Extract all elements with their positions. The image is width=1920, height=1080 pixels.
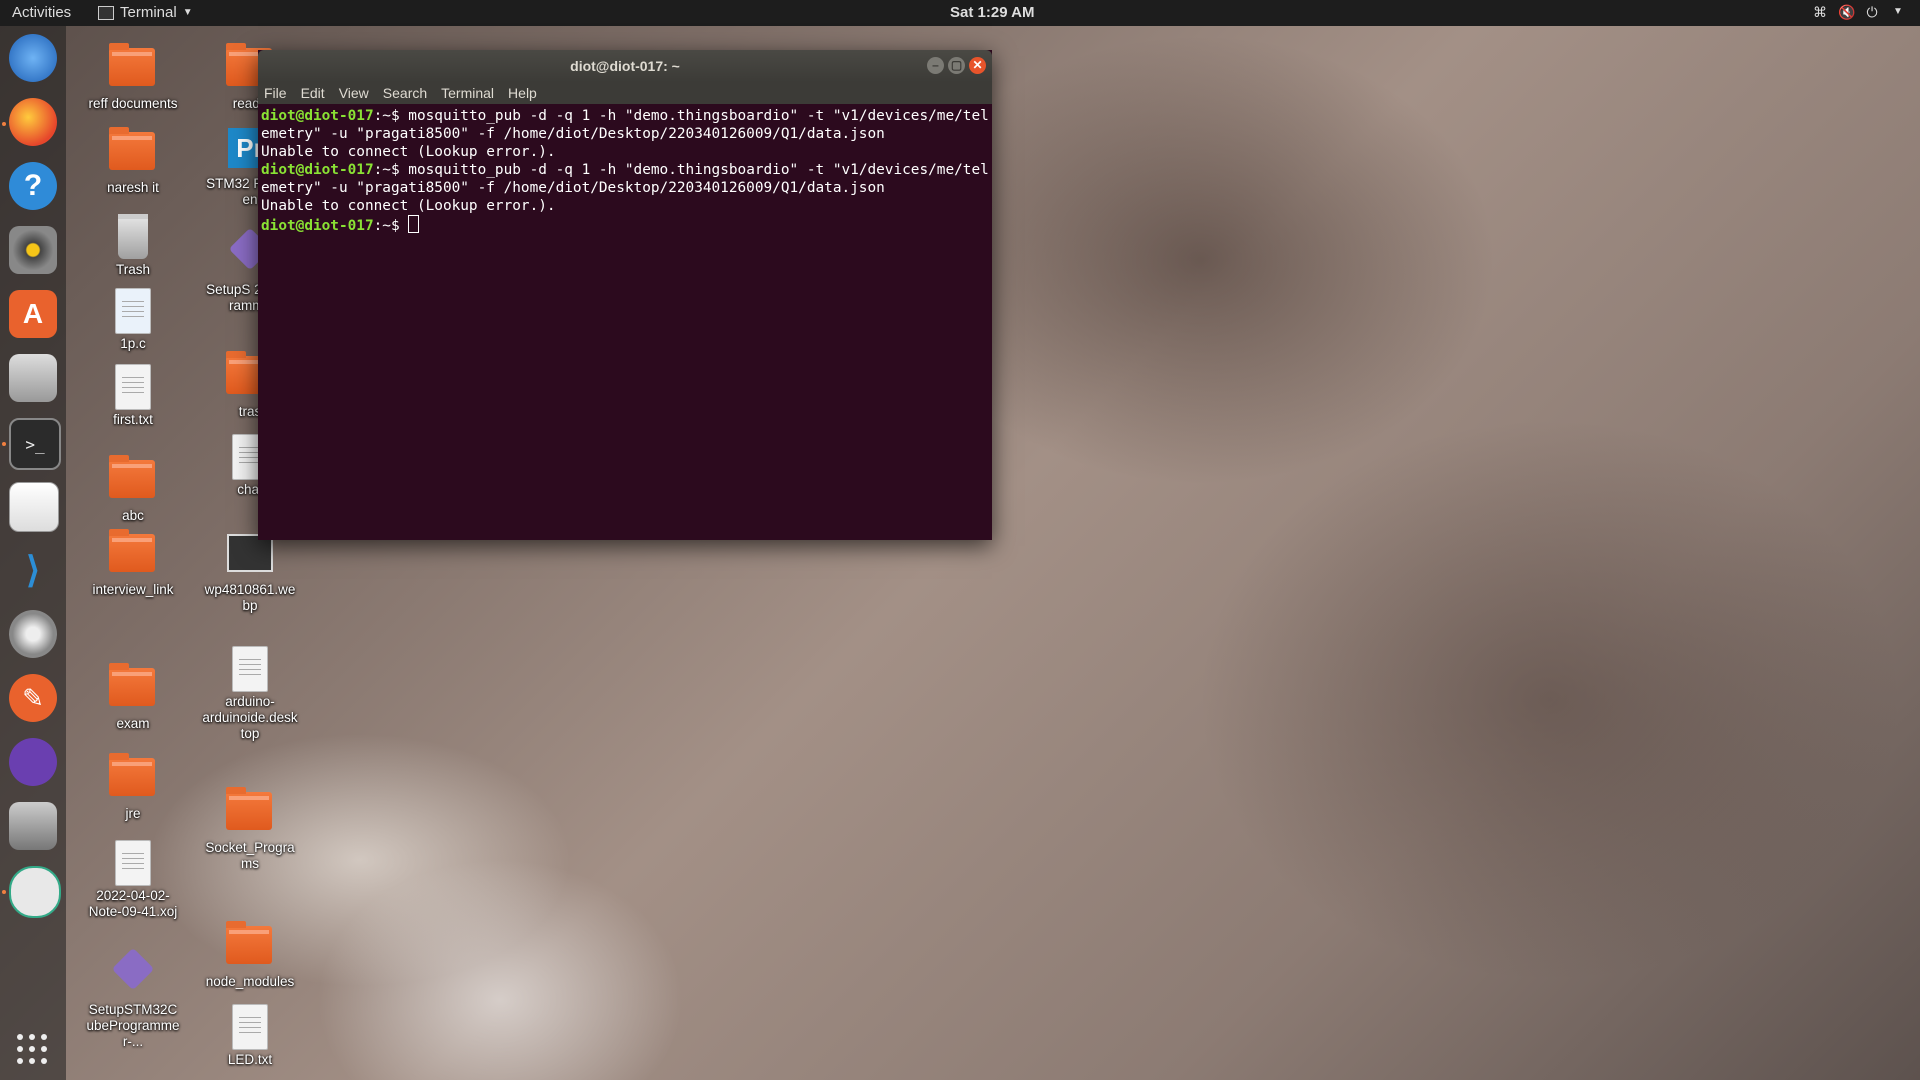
shell-prompt: diot@diot-017 [261,108,374,124]
desktop-folder-exam[interactable]: exam [85,660,181,732]
window-controls: – ▢ ✕ [927,57,986,74]
terminal-line: Unable to connect (Lookup error.). [261,197,989,215]
folder-icon [109,43,155,86]
github-icon[interactable] [9,738,57,786]
desktop-folder-jre[interactable]: jre [85,750,181,822]
vscode-icon[interactable]: ⟩ [9,546,57,594]
menu-terminal[interactable]: Terminal [441,85,494,101]
rhythmbox-icon[interactable] [9,226,57,274]
power-icon[interactable]: ⏻ [1864,4,1880,20]
desktop-folder-naresh-it[interactable]: naresh it [85,124,181,196]
terminal-window[interactable]: diot@diot-017: ~ – ▢ ✕ File Edit View Se… [258,50,992,540]
menu-search[interactable]: Search [383,85,427,101]
desktop-file-arduino-desktop[interactable]: arduino-arduinoide.desktop [202,644,298,742]
desktop-trash[interactable]: Trash [85,210,181,278]
folder-icon [226,921,272,964]
desktop-file-first-txt[interactable]: first.txt [85,362,181,428]
running-indicator [2,122,6,126]
terminal-menubar: File Edit View Search Terminal Help [258,82,992,104]
menu-help[interactable]: Help [508,85,537,101]
app-menu[interactable]: Terminal ▼ [98,4,193,21]
desktop-file-note-xoj[interactable]: 2022-04-02-Note-09-41.xoj [85,838,181,920]
output-text: Unable to connect (Lookup error.). [261,198,556,214]
firefox-icon[interactable] [9,98,57,146]
command-text: :~$ [373,218,409,234]
output-text: Unable to connect (Lookup error.). [261,144,556,160]
folder-icon [109,663,155,706]
top-bar: Activities Terminal ▼ Sat 1:29 AM ⌘ 🔇 ⏻ … [0,0,1920,26]
dock: ? A >_ ⟩ ✎ [0,26,66,1080]
c-source-icon [115,288,151,334]
inkscape-icon[interactable]: ✎ [9,674,57,722]
scanner-icon[interactable] [9,802,57,850]
text-file-icon [232,1004,268,1050]
help-icon[interactable]: ? [9,162,57,210]
folder-icon [109,529,155,572]
thunderbird-icon[interactable] [9,34,57,82]
running-indicator [2,890,6,894]
terminal-line: Unable to connect (Lookup error.). [261,143,989,161]
shell-prompt: diot@diot-017 [261,218,374,234]
network-icon[interactable]: ⌘ [1812,4,1828,20]
show-applications-button[interactable] [17,1034,49,1066]
image-viewer-icon[interactable] [9,866,61,918]
installer-icon [111,947,155,991]
app-menu-label: Terminal [120,4,177,21]
system-tray[interactable]: ⌘ 🔇 ⏻ ▼ [1812,4,1906,20]
maximize-icon[interactable]: ▢ [948,57,965,74]
chevron-down-icon: ▼ [182,7,193,18]
desktop-folder-interview-link[interactable]: interview_link [85,526,181,598]
clock[interactable]: Sat 1:29 AM [950,4,1034,21]
text-file-icon [115,364,151,410]
terminal-small-icon [98,5,114,20]
folder-icon [109,127,155,170]
desktop-folder-socket-programs[interactable]: Socket_Programs [202,784,298,872]
desktop-file-led-txt[interactable]: LED.txt [202,1002,298,1068]
settings-icon[interactable] [9,610,57,658]
desktop-file-1p-c[interactable]: 1p.c [85,286,181,352]
desktop-file-setup-stm32[interactable]: SetupSTM32CubeProgrammer-... [85,946,181,1050]
text-editor-icon[interactable] [9,482,59,532]
menu-view[interactable]: View [339,85,369,101]
folder-icon [226,787,272,830]
desktop-folder-reff-documents[interactable]: reff documents [85,40,181,112]
window-title: diot@diot-017: ~ [570,58,680,74]
close-icon[interactable]: ✕ [969,57,986,74]
desktop-folder-abc[interactable]: abc [85,452,181,524]
folder-icon [109,455,155,498]
trash-icon [118,214,148,259]
document-icon [115,840,151,886]
terminal-output[interactable]: diot@diot-017:~$ mosquitto_pub -d -q 1 -… [258,104,992,238]
running-indicator [2,442,6,446]
desktop-folder-node-modules[interactable]: node_modules [202,918,298,990]
terminal-line: diot@diot-017:~$ [261,215,989,235]
files-icon[interactable] [9,354,57,402]
terminal-line: diot@diot-017:~$ mosquitto_pub -d -q 1 -… [261,107,989,143]
menu-edit[interactable]: Edit [301,85,325,101]
minimize-icon[interactable]: – [927,57,944,74]
folder-icon [109,753,155,796]
volume-muted-icon[interactable]: 🔇 [1838,4,1855,20]
terminal-icon[interactable]: >_ [9,418,61,470]
shell-prompt: diot@diot-017 [261,162,374,178]
text-cursor [408,215,420,233]
activities-button[interactable]: Activities [12,4,71,21]
menu-file[interactable]: File [264,85,287,101]
chevron-down-icon[interactable]: ▼ [1890,4,1906,20]
terminal-line: diot@diot-017:~$ mosquitto_pub -d -q 1 -… [261,161,989,197]
desktop-entry-icon [232,646,268,692]
software-center-icon[interactable]: A [9,290,57,338]
terminal-titlebar[interactable]: diot@diot-017: ~ – ▢ ✕ [258,50,992,82]
